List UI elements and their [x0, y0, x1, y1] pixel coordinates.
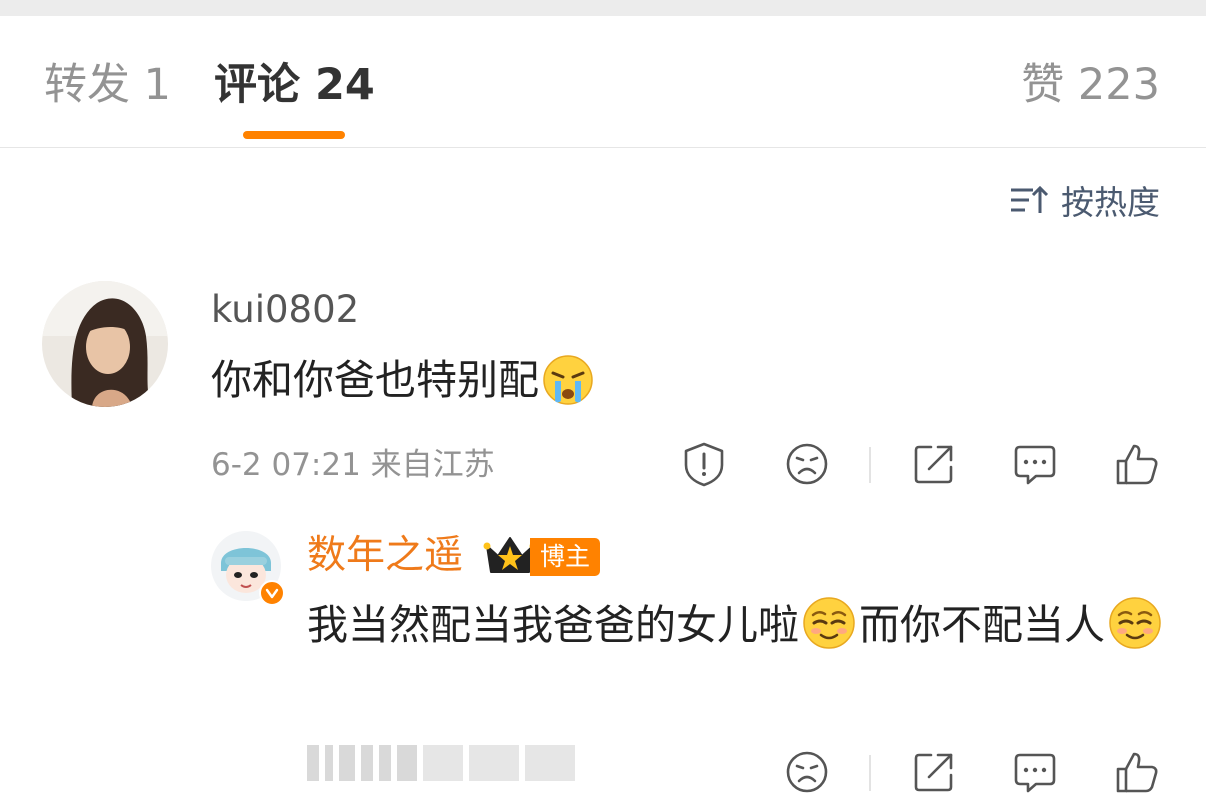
dislike-icon: [786, 443, 828, 485]
smirk-emoji-icon: [803, 597, 855, 649]
top-strip: [0, 0, 1206, 16]
sort-icon: [1011, 185, 1049, 213]
verified-icon: [259, 580, 285, 606]
share-icon: [914, 753, 953, 792]
tab-likes[interactable]: 赞 223: [1021, 60, 1160, 110]
report-button[interactable]: [681, 441, 727, 487]
reply-text: 我当然配当我爸爸的女儿啦 而你不配当人: [307, 593, 1167, 657]
tab-reposts[interactable]: 转发 1: [44, 60, 171, 110]
avatar[interactable]: [42, 281, 168, 407]
comment-actions: [0, 441, 1206, 489]
comment-text: 你和你爸也特别配: [211, 353, 597, 407]
report-icon: [684, 442, 724, 487]
dislike-button[interactable]: [784, 441, 830, 487]
reply-button[interactable]: [1012, 441, 1058, 487]
reply-username[interactable]: 数年之遥: [307, 531, 463, 581]
like-button[interactable]: [1114, 441, 1160, 487]
sort-label: 按热度: [1061, 183, 1160, 222]
crying-emoji-icon: [543, 355, 593, 405]
dislike-button[interactable]: [784, 749, 830, 795]
comment-body: 你和你爸也特别配: [211, 356, 539, 404]
smirk-emoji-icon: [1109, 597, 1161, 649]
tab-comments[interactable]: 评论 24: [214, 60, 375, 110]
crown-icon: [483, 534, 537, 582]
dislike-icon: [786, 751, 828, 793]
reply-button[interactable]: [1012, 749, 1058, 795]
sort-toggle[interactable]: 按热度: [1009, 178, 1160, 222]
share-icon: [914, 445, 953, 484]
like-icon: [1116, 444, 1158, 485]
active-tab-indicator: [243, 131, 345, 139]
share-button[interactable]: [911, 441, 957, 487]
comment-icon: [1014, 445, 1056, 485]
reply-body-part-2: 而你不配当人: [859, 601, 1105, 649]
reply-body-part-1: 我当然配当我爸爸的女儿啦: [307, 601, 799, 649]
tab-bar: 转发 1 评论 24 赞 223: [0, 16, 1206, 148]
comment-username[interactable]: kui0802: [211, 287, 359, 333]
divider: [869, 447, 871, 483]
share-button[interactable]: [911, 749, 957, 795]
author-badge: 博主: [530, 538, 601, 576]
like-button[interactable]: [1114, 749, 1160, 795]
divider: [869, 755, 871, 791]
like-icon: [1116, 752, 1158, 793]
comment-icon: [1014, 753, 1056, 793]
